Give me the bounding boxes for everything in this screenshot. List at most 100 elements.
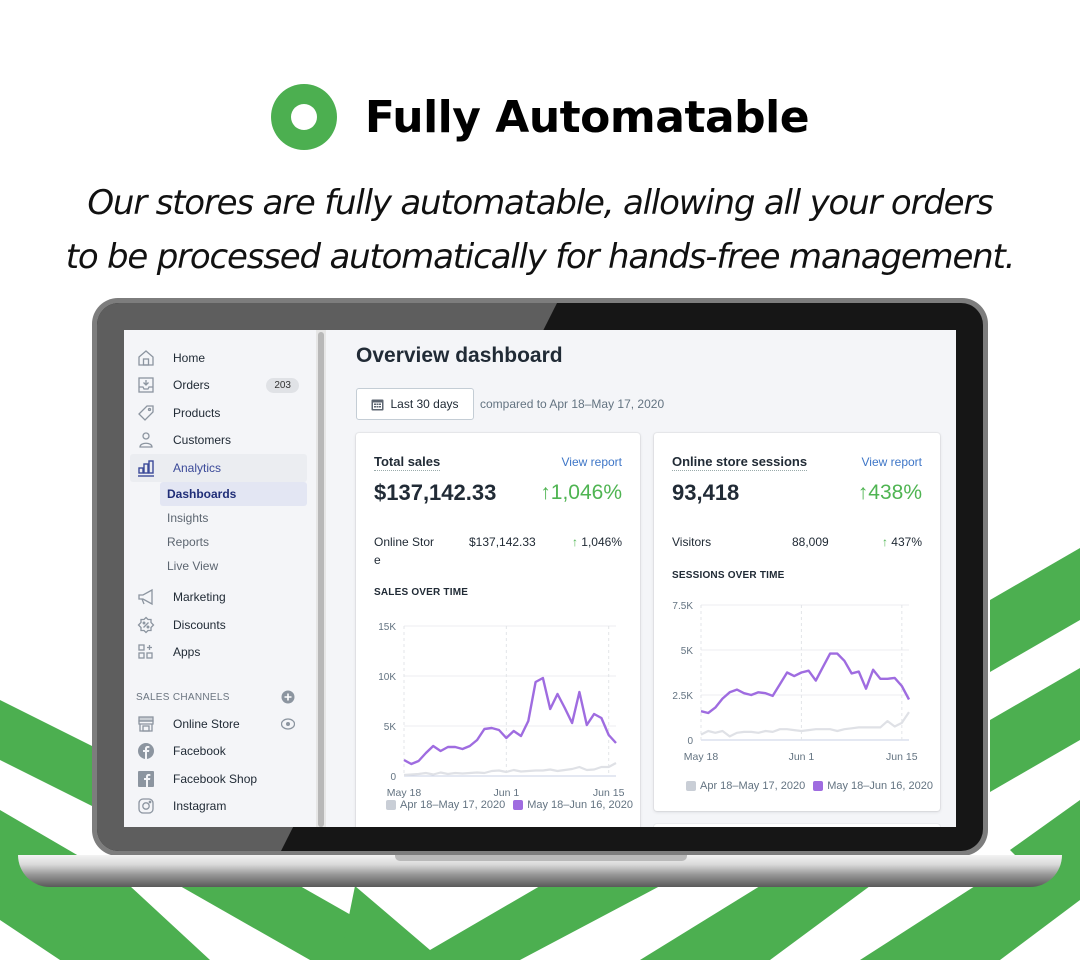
sidebar-item-instagram[interactable]: Instagram	[130, 793, 307, 821]
stripe	[340, 886, 660, 960]
row-change: ↑ 437%	[881, 535, 922, 549]
sidebar-item-label: Facebook	[173, 744, 226, 759]
up-arrow-icon: ↑	[571, 535, 578, 549]
y-tick-label: 0	[687, 736, 693, 747]
sidebar-item-analytics[interactable]: Analytics	[130, 454, 307, 482]
y-tick-label: 15K	[378, 622, 396, 633]
chart-section-title: SESSIONS OVER TIME	[672, 570, 785, 581]
sales-channels-title: SALES CHANNELS	[136, 691, 230, 703]
card-title[interactable]: Total sales	[374, 454, 441, 471]
comparison-text: compared to Apr 18–May 17, 2020	[480, 397, 665, 411]
sidebar-item-facebook[interactable]: Facebook	[130, 738, 307, 766]
apps-icon	[136, 642, 156, 662]
orders-icon	[136, 375, 156, 395]
facebook-shop-icon	[136, 769, 156, 789]
sidebar-item-facebook-shop[interactable]: Facebook Shop	[130, 765, 307, 793]
chart-section-title: SALES OVER TIME	[374, 587, 469, 598]
sidebar-item-apps[interactable]: Apps	[130, 639, 307, 667]
date-range-label: Last 30 days	[390, 397, 459, 411]
row-change: ↑ 1,046%	[571, 535, 622, 549]
legend-label-previous: Apr 18–May 17, 2020	[700, 780, 806, 792]
hero-title: Fully Automatable	[364, 91, 810, 143]
sidebar-item-discounts[interactable]: Discounts	[130, 611, 307, 639]
legend-swatch-previous	[386, 800, 396, 810]
add-channel-icon[interactable]	[281, 690, 295, 704]
sidebar-item-online-store[interactable]: Online Store	[130, 710, 307, 738]
card-title[interactable]: Online store sessions	[672, 454, 808, 471]
total-sales-card: Total sales View report $137,142.33 ↑1,0…	[356, 433, 640, 827]
chart-legend: Apr 18–May 17, 2020 May 18–Jun 16, 2020	[386, 799, 633, 811]
sidebar-item-label: Online Store	[173, 716, 240, 731]
legend-swatch-current	[813, 781, 824, 791]
date-range-button[interactable]: Last 30 days	[356, 388, 474, 420]
row-label: Online Stor e	[374, 535, 435, 567]
hero-heading: Fully Automatable	[0, 84, 1080, 150]
sidebar: Home Orders 203 Products Customers Analy…	[124, 330, 314, 827]
calendar-icon	[371, 399, 384, 410]
sidebar-item-label: Discounts	[173, 617, 226, 632]
circle-bullet-icon	[270, 84, 337, 150]
sidebar-item-orders[interactable]: Orders 203	[130, 372, 307, 400]
sidebar-item-label: Instagram	[173, 799, 227, 814]
app-screen: Home Orders 203 Products Customers Analy…	[124, 330, 956, 827]
home-icon	[136, 348, 156, 368]
total-sales-change: ↑1,046%	[540, 481, 622, 504]
y-tick-label: 5K	[681, 646, 694, 657]
x-tick-label: May 18	[387, 787, 422, 799]
next-card	[654, 824, 940, 827]
row-value: 88,009	[792, 535, 829, 549]
y-tick-label: 5K	[384, 722, 397, 733]
x-tick-label: Jun 1	[789, 751, 815, 763]
laptop-notch	[395, 855, 687, 861]
series-line-previous	[403, 762, 617, 777]
sidebar-item-label: Analytics	[173, 460, 222, 475]
sidebar-subitem-reports[interactable]: Reports	[160, 530, 307, 554]
legend-label-current: May 18–Jun 16, 2020	[527, 799, 633, 811]
sidebar-item-customers[interactable]: Customers	[130, 427, 307, 455]
bar-chart-icon	[136, 458, 156, 478]
stripe	[640, 886, 870, 960]
view-report-link[interactable]: View report	[562, 455, 622, 469]
sessions-change: ↑438%	[857, 481, 922, 504]
legend-label-previous: Apr 18–May 17, 2020	[400, 799, 506, 811]
sidebar-item-home[interactable]: Home	[130, 344, 307, 372]
sidebar-scrollbar[interactable]	[316, 330, 326, 827]
discount-icon	[136, 615, 156, 635]
series-line-current	[700, 652, 911, 715]
series-line-current	[403, 676, 617, 766]
sales-chart: 0 5K 10K 15K May 18 Jun 1 Jun 15	[378, 622, 625, 799]
sidebar-nav: Home Orders 203 Products Customers Analy…	[130, 344, 307, 820]
sidebar-subitem-insights[interactable]: Insights	[160, 506, 307, 530]
sidebar-item-label: Home	[173, 350, 206, 365]
store-icon	[136, 714, 156, 734]
x-tick-label: Jun 15	[886, 751, 918, 763]
megaphone-icon	[136, 587, 156, 607]
row-value: $137,142.33	[469, 535, 536, 549]
sidebar-item-marketing[interactable]: Marketing	[130, 584, 307, 612]
view-store-eye-icon[interactable]	[281, 717, 295, 731]
subtitle-line-2: to be processed automatically for hands-…	[65, 237, 1016, 277]
stripe	[990, 668, 1080, 792]
series-line-previous	[700, 711, 910, 738]
sidebar-item-label: Orders	[173, 378, 210, 393]
facebook-icon	[136, 741, 156, 761]
y-tick-label: 7.5K	[672, 601, 693, 612]
sidebar-item-products[interactable]: Products	[130, 399, 307, 427]
legend-label-current: May 18–Jun 16, 2020	[827, 780, 933, 792]
person-icon	[136, 430, 156, 450]
main-content: Overview dashboard Last 30 days compared…	[356, 330, 956, 827]
x-tick-label: Jun 15	[593, 787, 625, 799]
hero-subtitle: Our stores are fully automatable, allowi…	[0, 176, 1080, 284]
sidebar-subitem-dashboards[interactable]: Dashboards	[160, 481, 307, 506]
y-tick-label: 0	[390, 772, 396, 783]
total-sales-value: $137,142.33	[374, 480, 497, 505]
view-report-link[interactable]: View report	[862, 455, 922, 469]
instagram-icon	[136, 796, 156, 816]
row-label: Visitors	[672, 535, 712, 549]
legend-swatch-current	[513, 800, 524, 810]
sidebar-item-label: Apps	[173, 645, 201, 660]
tag-icon	[136, 403, 156, 423]
sidebar-subitem-live-view[interactable]: Live View	[160, 554, 307, 578]
page-title: Overview dashboard	[356, 344, 563, 367]
up-arrow-icon: ↑	[881, 535, 888, 549]
